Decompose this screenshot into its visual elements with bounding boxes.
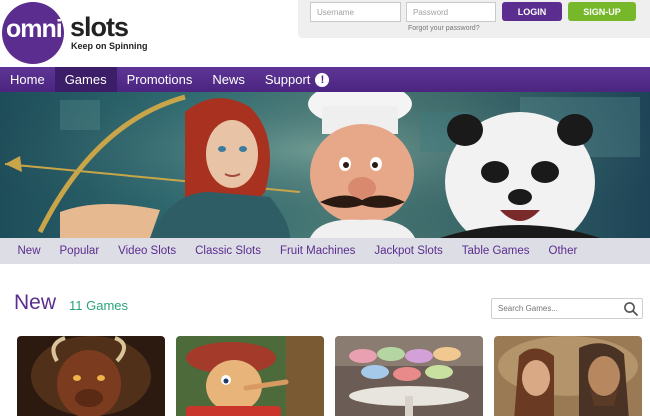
warriors-game-art (494, 336, 642, 416)
search-games-input[interactable] (492, 299, 620, 318)
nav-item-promotions[interactable]: Promotions (117, 67, 203, 92)
nav-item-support[interactable]: Support ! (255, 67, 340, 92)
minotaur-game-art (17, 336, 165, 416)
search-box (491, 298, 643, 319)
logo-omni-text[interactable]: omni (6, 15, 63, 44)
page: omni slots Keep on Spinning LOGIN SIGN-U… (0, 0, 650, 416)
hero-banner-art (0, 92, 650, 238)
hero-banner[interactable] (0, 92, 650, 238)
logo-tagline: Keep on Spinning (71, 41, 148, 51)
category-table-games[interactable]: Table Games (452, 245, 539, 257)
category-jackpot-slots[interactable]: Jackpot Slots (365, 245, 452, 257)
alert-icon: ! (315, 72, 330, 87)
game-tile-3[interactable] (335, 336, 483, 416)
nav-item-label: Home (10, 72, 45, 87)
category-nav: New Popular Video Slots Classic Slots Fr… (0, 238, 650, 264)
category-video-slots[interactable]: Video Slots (109, 245, 186, 257)
game-tile-4[interactable] (494, 336, 642, 416)
category-classic-slots[interactable]: Classic Slots (186, 245, 271, 257)
nav-item-label: Games (64, 72, 107, 87)
nav-item-label: News (212, 72, 245, 87)
nav-item-label: Support (264, 72, 311, 87)
game-count: 11 Games (69, 298, 129, 313)
category-fruit-machines[interactable]: Fruit Machines (270, 245, 364, 257)
macarons-game-art (335, 336, 483, 416)
nav-item-games[interactable]: Games (54, 67, 117, 92)
password-input[interactable] (406, 2, 496, 22)
signup-button[interactable]: SIGN-UP (568, 2, 636, 21)
nav-item-label: Promotions (126, 72, 193, 87)
game-tile-2[interactable] (176, 336, 324, 416)
nav-item-news[interactable]: News (202, 67, 255, 92)
category-popular[interactable]: Popular (50, 245, 109, 257)
username-input[interactable] (310, 2, 401, 22)
search-icon[interactable] (623, 301, 639, 317)
forgot-password-link[interactable]: Forgot your password? (408, 25, 480, 32)
login-button[interactable]: LOGIN (502, 2, 562, 21)
pinocchio-game-art (176, 336, 324, 416)
site-header: omni slots Keep on Spinning LOGIN SIGN-U… (0, 0, 650, 67)
main-nav: Home Games Promotions News Support ! (0, 67, 650, 92)
logo-slots-text[interactable]: slots (70, 12, 129, 43)
category-new[interactable]: New (8, 245, 50, 257)
section-title: New (14, 291, 57, 314)
category-other[interactable]: Other (539, 245, 587, 257)
game-tile-1[interactable] (17, 336, 165, 416)
nav-item-home[interactable]: Home (0, 67, 55, 92)
